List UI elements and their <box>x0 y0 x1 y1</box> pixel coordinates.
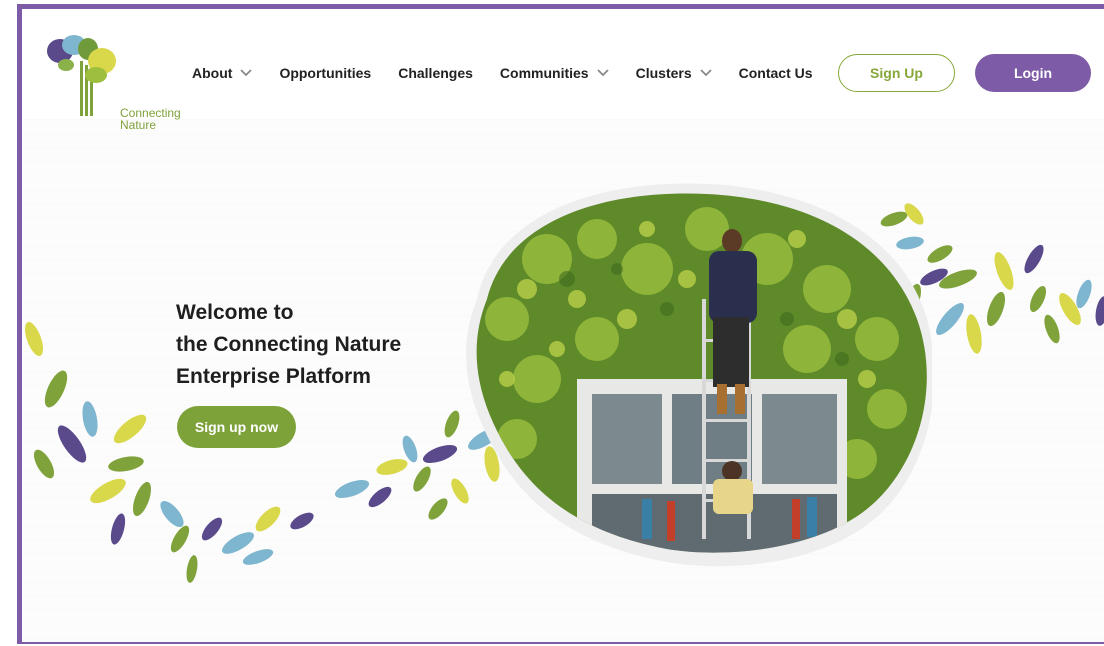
main-nav: About Opportunities Challenges Communiti… <box>192 65 840 81</box>
site-header: Connecting Nature About Opportunities Ch… <box>22 9 1104 131</box>
hero-title-line2: the Connecting Nature <box>176 333 402 356</box>
nav-item-label: Opportunities <box>279 65 372 81</box>
nav-item-clusters[interactable]: Clusters <box>636 65 712 81</box>
logo-text-line2: Nature <box>120 118 157 132</box>
login-button[interactable]: Login <box>975 54 1091 92</box>
nav-item-about[interactable]: About <box>192 65 253 81</box>
browser-frame: Connecting Nature About Opportunities Ch… <box>17 4 1104 644</box>
hero-photo-green-wall <box>466 183 932 567</box>
chevron-down-icon <box>700 69 712 77</box>
sign-up-button[interactable]: Sign Up <box>838 54 955 92</box>
nav-item-opportunities[interactable]: Opportunities <box>279 65 371 81</box>
hero-title-line3: Enterprise Platform <box>176 365 371 388</box>
logo-wordmark: Connecting Nature <box>120 107 181 131</box>
hero-title-line1: Welcome to <box>176 301 294 324</box>
nav-item-label: Communities <box>499 65 589 81</box>
sign-up-now-button[interactable]: Sign up now <box>177 406 296 448</box>
hero-title: Welcome to the Connecting Nature Enterpr… <box>176 297 466 393</box>
chevron-down-icon <box>240 69 253 77</box>
nav-item-contact-us[interactable]: Contact Us <box>739 65 813 81</box>
nav-item-label: Challenges <box>398 65 473 81</box>
connecting-nature-logo[interactable]: Connecting Nature <box>44 31 181 131</box>
nav-item-communities[interactable]: Communities <box>500 65 609 81</box>
chevron-down-icon <box>596 69 609 77</box>
nav-item-label: About <box>192 65 233 81</box>
nav-item-label: Clusters <box>635 65 692 81</box>
nav-item-label: Contact Us <box>738 65 813 81</box>
nav-item-challenges[interactable]: Challenges <box>398 65 473 81</box>
tree-logo-icon <box>47 35 116 116</box>
